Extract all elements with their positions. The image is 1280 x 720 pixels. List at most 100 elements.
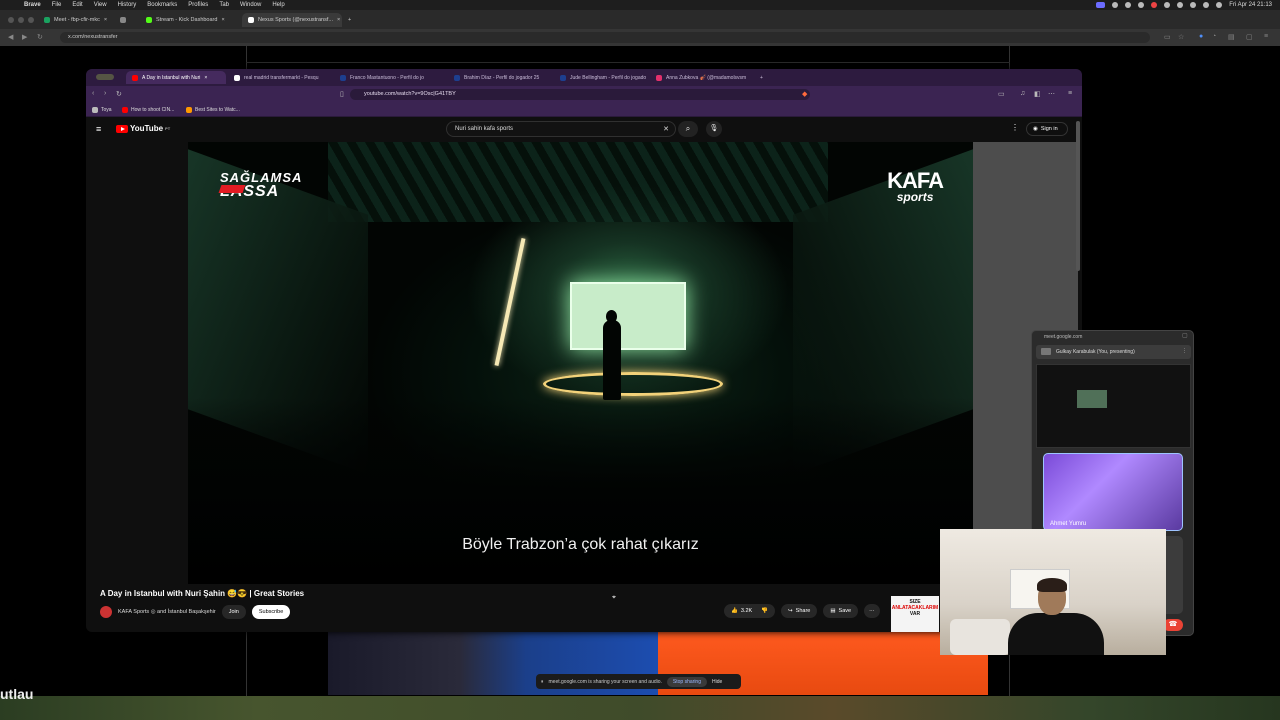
- outer-tab-kick[interactable]: Stream - Kick Dashboard ×: [140, 13, 240, 27]
- inner-url-field[interactable]: youtube.com/watch?v=9Osc|G41TBY: [350, 89, 810, 100]
- inner-tab-instagram[interactable]: Anna Zubkova 🎻 (@madamolsvsm: [650, 71, 754, 84]
- inner-tab-youtube-active[interactable]: A Day in Istanbul with Nuri ×: [126, 71, 226, 84]
- menubar-clock[interactable]: Fri Apr 24 21:13: [1229, 2, 1272, 8]
- like-button[interactable]: 👍 3.2K 👎: [724, 604, 776, 618]
- sidebar-icon[interactable]: ▤: [1228, 33, 1235, 41]
- reload-icon[interactable]: ↻: [37, 33, 43, 41]
- minimize-window-icon[interactable]: [18, 17, 24, 23]
- subscribe-button[interactable]: Subscribe: [251, 605, 291, 619]
- menu-window[interactable]: Window: [240, 2, 261, 8]
- wifi-icon[interactable]: [1190, 2, 1197, 8]
- inner-tab-transfermarkt[interactable]: Brahim Díaz - Perfil do jogador 25: [448, 71, 552, 84]
- search-input[interactable]: Nuri sahin kafa sports ✕: [446, 121, 676, 137]
- brave-shields-icon[interactable]: ◆: [802, 90, 807, 98]
- close-icon[interactable]: ×: [221, 17, 224, 23]
- youtube-logo[interactable]: YouTube PT: [116, 124, 170, 133]
- voice-search-button[interactable]: 🎙: [706, 121, 722, 137]
- wallet-icon[interactable]: ▢: [1246, 33, 1253, 41]
- more-options-icon[interactable]: ⋮: [1011, 123, 1019, 132]
- clear-icon[interactable]: ✕: [663, 125, 669, 133]
- scrollbar[interactable]: [1076, 121, 1080, 271]
- sign-in-button[interactable]: ◉ Sign in: [1026, 122, 1068, 136]
- recommended-thumbnail[interactable]: SIZE ANLATACAKLARIM VAR: [891, 596, 939, 632]
- outer-url-field[interactable]: x.com/nexustransfer: [60, 32, 1150, 43]
- video-player[interactable]: SAĞLAMSA LASSA KAFA sports Böyle Trabzon…: [188, 142, 973, 584]
- menu-icon[interactable]: ⋯: [1048, 90, 1055, 98]
- tab-label: Stream - Kick Dashboard: [156, 17, 218, 23]
- close-icon[interactable]: ×: [337, 17, 340, 23]
- reload-icon[interactable]: ↻: [116, 90, 122, 98]
- menu-view[interactable]: View: [94, 2, 107, 8]
- menu-help[interactable]: Help: [272, 2, 284, 8]
- split-view-icon[interactable]: ◧: [1034, 90, 1041, 98]
- menu-tab[interactable]: Tab: [219, 2, 229, 8]
- status-icon[interactable]: [1164, 2, 1171, 8]
- close-icon[interactable]: ×: [104, 17, 107, 23]
- expand-icon[interactable]: ▢: [1182, 332, 1188, 339]
- brave-status-icon[interactable]: [1151, 2, 1158, 8]
- channel-name[interactable]: KAFA Sports ◎ and İstanbul Başakşehir: [118, 609, 216, 615]
- tab-label: real madrid transfermarkt - Pesqu: [244, 74, 319, 81]
- bookmark-item[interactable]: Best Sites to Watc...: [186, 107, 240, 113]
- status-icon[interactable]: [1177, 2, 1184, 8]
- window-controls[interactable]: [96, 74, 114, 80]
- outer-tab-pinned[interactable]: [114, 13, 140, 27]
- sidebar-icon[interactable]: ▭: [998, 90, 1005, 98]
- inner-tab-transfermarkt[interactable]: Jude Bellingham - Perfil do jogado: [554, 71, 658, 84]
- screen-share-icon[interactable]: [1096, 2, 1106, 8]
- join-button[interactable]: Join: [221, 605, 246, 619]
- status-icon[interactable]: [1125, 2, 1132, 8]
- menu-file[interactable]: File: [52, 2, 62, 8]
- hide-button[interactable]: Hide: [712, 679, 722, 685]
- menu-profiles[interactable]: Profiles: [188, 2, 208, 8]
- channel-avatar[interactable]: [100, 606, 112, 618]
- bookmark-label: Best Sites to Watc...: [195, 107, 240, 113]
- forward-icon[interactable]: ▶: [22, 33, 27, 41]
- webcam-person-body: [1008, 613, 1104, 655]
- close-window-icon[interactable]: [8, 17, 14, 23]
- participant-name: Ahmet Yumru: [1050, 521, 1087, 527]
- close-icon[interactable]: ×: [204, 75, 207, 81]
- bookmark-item[interactable]: How to shoot CIN...: [122, 107, 174, 113]
- status-icon[interactable]: [1138, 2, 1145, 8]
- hamburger-icon[interactable]: ≡: [1068, 90, 1072, 97]
- hamburger-icon[interactable]: ≡: [96, 124, 101, 134]
- bookmark-item[interactable]: Toya: [92, 107, 112, 113]
- menu-bookmarks[interactable]: Bookmarks: [147, 2, 177, 8]
- participant-tile[interactable]: Ahmet Yumru: [1043, 453, 1183, 531]
- search-icon[interactable]: [1203, 2, 1210, 8]
- bookmark-label: Toya: [101, 107, 112, 113]
- menu-icon[interactable]: ≡: [1264, 33, 1268, 40]
- status-icon[interactable]: [1112, 2, 1119, 8]
- save-button[interactable]: ▤ Save: [823, 604, 859, 618]
- outer-tab-x-active[interactable]: Nexus Sports (@nexustransf... ×: [242, 13, 342, 27]
- inner-tab-google[interactable]: real madrid transfermarkt - Pesqu: [228, 71, 332, 84]
- more-actions-button[interactable]: ···: [864, 604, 880, 618]
- thumbs-down-icon[interactable]: 👎: [761, 608, 768, 614]
- save-icon: ▤: [830, 608, 836, 614]
- control-center-icon[interactable]: [1216, 2, 1223, 8]
- cast-icon[interactable]: ▭: [1164, 33, 1171, 41]
- bookmark-star-icon[interactable]: ☆: [1178, 33, 1184, 41]
- new-tab-button[interactable]: +: [754, 71, 769, 84]
- media-icon[interactable]: ♫: [1020, 90, 1025, 97]
- menu-edit[interactable]: Edit: [72, 2, 82, 8]
- back-icon[interactable]: ‹: [92, 90, 94, 97]
- stop-sharing-button[interactable]: Stop sharing: [666, 676, 707, 687]
- bookmark-icon[interactable]: ▯: [340, 90, 344, 98]
- end-call-button[interactable]: ☎: [1163, 619, 1183, 631]
- extension-icon[interactable]: ●: [1199, 33, 1203, 40]
- new-tab-button[interactable]: +: [342, 13, 357, 27]
- screen-sharing-bar: ⏸ meet.google.com is sharing your screen…: [536, 674, 741, 689]
- search-button[interactable]: ⌕: [678, 121, 698, 137]
- extension-icon[interactable]: ◔: [1212, 33, 1216, 40]
- search-icon: ⌕: [685, 124, 691, 133]
- back-icon[interactable]: ◀: [8, 33, 13, 41]
- menu-history[interactable]: History: [118, 2, 137, 8]
- zoom-window-icon[interactable]: [28, 17, 34, 23]
- menu-app-name[interactable]: Brave: [24, 2, 41, 8]
- more-options-icon[interactable]: ⋮: [1182, 348, 1187, 354]
- forward-icon[interactable]: ›: [104, 90, 106, 97]
- inner-tab-transfermarkt[interactable]: Franco Mastantuono - Perfil do jo: [334, 71, 438, 84]
- share-button[interactable]: ↪ Share: [781, 604, 818, 618]
